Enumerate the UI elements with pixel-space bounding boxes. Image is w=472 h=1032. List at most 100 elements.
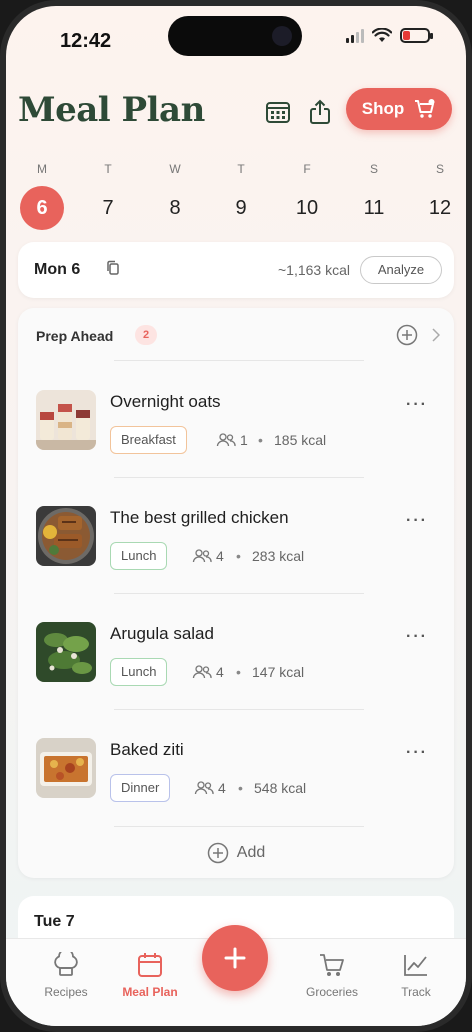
- device-frame: 12:42 Meal Plan Shop M 6 T 7 W 8 T 9 F 1…: [0, 0, 472, 1032]
- meal-type-tag: Lunch: [110, 658, 168, 686]
- status-bar: 12:42: [6, 6, 466, 70]
- shop-label: Shop: [361, 99, 405, 118]
- day-mon[interactable]: M6: [17, 160, 67, 230]
- meal-name: The best grilled chicken: [110, 508, 289, 527]
- day-tue[interactable]: T7: [83, 160, 133, 230]
- day-number: 6: [20, 186, 64, 230]
- people-icon: [216, 433, 236, 447]
- meal-photo: [36, 506, 96, 566]
- meal-type-tag: Breakfast: [110, 426, 187, 454]
- day-number: 9: [235, 197, 247, 219]
- tab-bar: Recipes Meal Plan Groceries Track: [6, 925, 466, 1026]
- signal-icon: [346, 28, 364, 43]
- day-wed[interactable]: W8: [150, 160, 200, 230]
- tab-label: Recipes: [44, 985, 88, 999]
- meal-more-button[interactable]: ···: [406, 512, 428, 530]
- meal-photo: [36, 738, 96, 798]
- meal-name: Overnight oats: [110, 392, 221, 411]
- day-thu[interactable]: T9: [216, 160, 266, 230]
- add-label: Add: [236, 844, 266, 861]
- separator-dot: •: [238, 780, 243, 796]
- day-letter: S: [435, 162, 444, 176]
- meals-card: Prep Ahead 2 Overnight oats Breakfast 1 …: [18, 308, 454, 878]
- meal-kcal: 147 kcal: [252, 664, 305, 680]
- tab-recipes[interactable]: Recipes: [26, 951, 106, 999]
- prep-add-button[interactable]: [396, 324, 418, 351]
- divider: [114, 360, 364, 361]
- day-letter: T: [104, 162, 112, 176]
- day-summary-card: Mon 6 ~1,163 kcal Analyze: [18, 242, 454, 298]
- next-day-title: Tue 7: [34, 913, 75, 930]
- separator-dot: •: [236, 548, 241, 564]
- servings-count: 4: [216, 664, 224, 680]
- divider: [114, 593, 364, 594]
- prep-count-badge: 2: [135, 325, 157, 345]
- calendar-grid-icon: [266, 102, 290, 123]
- prep-ahead-title[interactable]: Prep Ahead: [36, 328, 113, 344]
- meal-item[interactable]: Overnight oats Breakfast 1 • 185 kcal ··…: [18, 390, 454, 506]
- meal-name: Arugula salad: [110, 624, 214, 643]
- servings-count: 1: [240, 432, 248, 448]
- meal-type-tag: Lunch: [110, 542, 168, 570]
- day-sun[interactable]: S 12: [415, 160, 465, 230]
- meal-name: Baked ziti: [110, 740, 184, 759]
- meal-type-tag: Dinner: [110, 774, 171, 802]
- day-letter: T: [237, 162, 245, 176]
- divider: [114, 709, 364, 710]
- day-letter: W: [169, 162, 181, 176]
- tab-label: Groceries: [305, 985, 358, 999]
- meal-photo: [36, 622, 96, 682]
- dynamic-island: [168, 16, 302, 56]
- day-kcal-total: ~1,163 kcal: [278, 262, 350, 278]
- analyze-button[interactable]: Analyze: [360, 256, 442, 284]
- tab-track[interactable]: Track: [376, 951, 456, 999]
- people-icon: [194, 781, 214, 795]
- app-screen: 12:42 Meal Plan Shop M 6 T 7 W 8 T 9 F 1…: [6, 6, 466, 1026]
- day-number: 12: [428, 197, 452, 219]
- divider: [114, 477, 364, 478]
- day-title: Mon 6: [34, 261, 81, 278]
- day-sat[interactable]: S 11: [349, 160, 399, 230]
- status-icons: [346, 28, 433, 43]
- calendar-button[interactable]: [264, 98, 292, 126]
- tab-label: Track: [401, 985, 431, 999]
- day-number: 11: [363, 197, 385, 219]
- page-title: Meal Plan: [18, 90, 205, 130]
- add-fab-button[interactable]: [202, 925, 268, 991]
- day-letter: S: [369, 162, 378, 176]
- servings: 4: [194, 780, 226, 796]
- people-icon: [192, 549, 212, 563]
- servings: 4: [192, 548, 224, 564]
- meal-item[interactable]: The best grilled chicken Lunch 4 • 283 k…: [18, 506, 454, 622]
- meal-item[interactable]: Arugula salad Lunch 4 • 147 kcal ···: [18, 622, 454, 738]
- tab-groceries[interactable]: Groceries: [292, 951, 372, 999]
- day-fri[interactable]: F 10: [282, 160, 332, 230]
- servings-count: 4: [218, 780, 226, 796]
- prep-expand-button[interactable]: [432, 328, 441, 347]
- tab-meal-plan[interactable]: Meal Plan: [110, 951, 190, 999]
- meal-kcal: 283 kcal: [252, 548, 305, 564]
- meal-photo: [36, 390, 96, 450]
- plus-circle-icon: [396, 324, 418, 346]
- day-number: 10: [295, 197, 319, 219]
- copy-day-button[interactable]: [106, 260, 120, 281]
- separator-dot: •: [236, 664, 241, 680]
- chef-hat-icon: [54, 952, 78, 976]
- meal-kcal: 185 kcal: [274, 432, 327, 448]
- meal-item[interactable]: Baked ziti Dinner 4 • 548 kcal ···: [18, 738, 454, 854]
- add-meal-button[interactable]: Add: [18, 842, 454, 864]
- shop-button[interactable]: Shop: [346, 88, 452, 130]
- meal-more-button[interactable]: ···: [406, 628, 428, 646]
- meal-more-button[interactable]: ···: [406, 396, 428, 414]
- cart-plus-icon: [415, 99, 435, 118]
- people-icon: [192, 665, 212, 679]
- day-number: 8: [169, 197, 181, 219]
- day-number: 7: [102, 197, 114, 219]
- plus-circle-icon: [207, 842, 229, 864]
- share-button[interactable]: [306, 98, 334, 126]
- servings-count: 4: [216, 548, 224, 564]
- battery-icon: [400, 28, 433, 43]
- tab-label: Meal Plan: [122, 985, 178, 999]
- meal-more-button[interactable]: ···: [406, 744, 428, 762]
- divider: [114, 826, 364, 827]
